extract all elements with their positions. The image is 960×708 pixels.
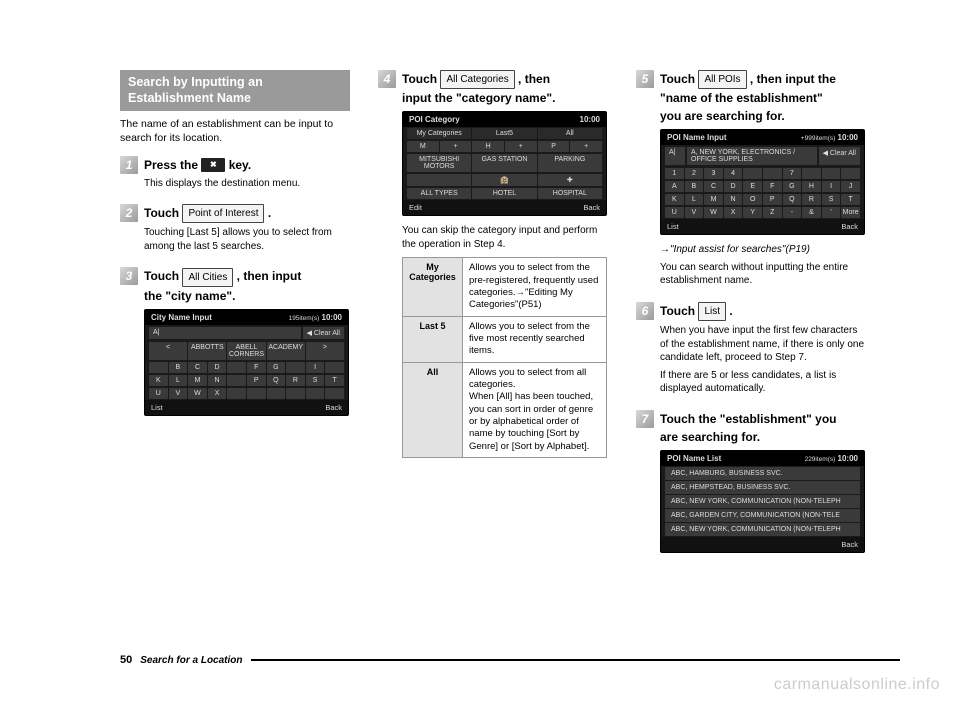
column-1: Search by Inputting an Establishment Nam… [120, 70, 350, 571]
opt-last5: Last 5 [403, 316, 463, 362]
step6-sub1: When you have input the first few charac… [660, 324, 866, 365]
content-columns: Search by Inputting an Establishment Nam… [120, 70, 900, 571]
step6-main: Touch List . [660, 302, 866, 321]
step2-sub: Touching [Last 5] allows you to select f… [144, 226, 350, 253]
step-number-6: 6 [636, 302, 654, 320]
step4-main: Touch All Categories , then input the "c… [402, 70, 608, 107]
step-5: 5 Touch All POIs , then input the "name … [636, 70, 866, 292]
step-number-4: 4 [378, 70, 396, 88]
step-number-5: 5 [636, 70, 654, 88]
opt-all: All [403, 362, 463, 457]
step-2: 2 Touch Point of Interest . Touching [La… [120, 204, 350, 257]
category-option-table: My CategoriesAllows you to select from t… [402, 257, 607, 458]
step5-sub: You can search without inputting the ent… [660, 261, 866, 288]
column-2: 4 Touch All Categories , then input the … [378, 70, 608, 571]
watermark: carmanualsonline.info [774, 676, 940, 694]
step-1: 1 Press the ✖ key. This displays the des… [120, 156, 350, 195]
screen3-title: City Name Input [151, 313, 212, 322]
step-number-7: 7 [636, 410, 654, 428]
step6-sub2: If there are 5 or less candidates, a lis… [660, 369, 866, 396]
city-name-input-screen: City Name Input 195item(s) 10:00 A| ◀ Cl… [144, 309, 349, 416]
step5-ref: →"Input assist for searches"(P19) [660, 243, 866, 257]
step-4: 4 Touch All Categories , then input the … [378, 70, 608, 458]
navi-key-icon: ✖ [201, 158, 225, 172]
step-7: 7 Touch the "establishment" you are sear… [636, 410, 866, 561]
screen4-title: POI Category [409, 115, 460, 124]
step2-main: Touch Point of Interest . [144, 204, 350, 223]
screen5-title: POI Name Input [667, 133, 727, 142]
all-cities-button: All Cities [182, 268, 233, 287]
page-footer: 50 Search for a Location [120, 654, 900, 666]
screen3-clear: ◀ Clear All [303, 327, 344, 339]
page-number: 50 [120, 654, 132, 666]
step5-main: Touch All POIs , then input the "name of… [660, 70, 866, 125]
screen3-input: A| [149, 327, 301, 339]
step4-sub: You can skip the category input and perf… [402, 224, 608, 251]
section-title-line2: Establishment Name [128, 91, 342, 107]
list-button: List [698, 302, 726, 321]
section-header: Search by Inputting an Establishment Nam… [120, 70, 350, 111]
poi-category-screen: POI Category 10:00 My CategoriesLast5All… [402, 111, 607, 216]
all-categories-button: All Categories [440, 70, 514, 89]
poi-name-input-screen: POI Name Input +999item(s) 10:00 A| A, N… [660, 129, 865, 235]
step7-main: Touch the "establishment" you are search… [660, 410, 866, 446]
step3-main: Touch All Cities , then input the "city … [144, 267, 350, 304]
step-6: 6 Touch List . When you have input the f… [636, 302, 866, 400]
step1-main: Press the ✖ key. [144, 156, 350, 174]
intro-text: The name of an establishment can be inpu… [120, 117, 350, 145]
all-pois-button: All POIs [698, 70, 746, 89]
poi-name-list-screen: POI Name List 229item(s) 10:00 ABC, HAMB… [660, 450, 865, 553]
footer-rule [251, 659, 901, 661]
step-3: 3 Touch All Cities , then input the "cit… [120, 267, 350, 423]
footer-section: Search for a Location [140, 655, 242, 666]
step-number-2: 2 [120, 204, 138, 222]
step-number-3: 3 [120, 267, 138, 285]
opt-my-categories: My Categories [403, 258, 463, 316]
step-number-1: 1 [120, 156, 138, 174]
section-title-line1: Search by Inputting an [128, 75, 342, 91]
poi-button: Point of Interest [182, 204, 264, 223]
column-3: 5 Touch All POIs , then input the "name … [636, 70, 866, 571]
step1-sub: This displays the destination menu. [144, 177, 350, 191]
screen7-title: POI Name List [667, 454, 721, 463]
